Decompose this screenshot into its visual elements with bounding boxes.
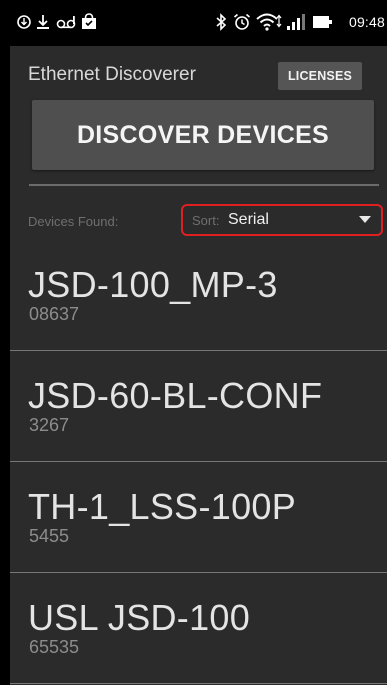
- bag-icon: [80, 12, 98, 32]
- sort-dropdown[interactable]: Sort: Serial: [181, 204, 383, 236]
- app-screen: 09:48 Ethernet Discoverer LICENSES DISCO…: [10, 0, 387, 685]
- download-icon: [36, 12, 50, 32]
- device-list-item[interactable]: JSD-60-BL-CONF 3267: [10, 351, 387, 462]
- discover-devices-button[interactable]: DISCOVER DEVICES: [32, 100, 374, 170]
- device-name: JSD-60-BL-CONF: [28, 375, 323, 416]
- device-name: USL JSD-100: [28, 597, 251, 638]
- wifi-icon: [256, 12, 282, 32]
- device-serial: 08637: [29, 304, 80, 324]
- device-name: JSD-100_MP-3: [28, 264, 278, 305]
- devices-found-label: Devices Found:: [28, 214, 119, 229]
- device-serial: 5455: [29, 526, 70, 546]
- signal-icon: [285, 12, 307, 32]
- sort-value: Serial: [228, 211, 269, 228]
- status-bar: 09:48: [10, 0, 387, 46]
- app-title: Ethernet Discoverer: [28, 64, 196, 85]
- dropdown-arrow-icon: [359, 216, 371, 223]
- status-time: 09:48: [348, 14, 385, 30]
- device-list-item[interactable]: USL JSD-100 65535: [10, 573, 387, 684]
- device-list-item[interactable]: JSD-100_MP-3 08637: [10, 240, 387, 351]
- device-serial: 3267: [29, 415, 70, 435]
- device-list: JSD-100_MP-3 08637 JSD-60-BL-CONF 3267 T…: [10, 240, 387, 684]
- licenses-button[interactable]: LICENSES: [278, 62, 362, 90]
- device-serial: 65535: [29, 637, 80, 657]
- alarm-icon: [232, 12, 252, 32]
- divider: [29, 184, 379, 186]
- device-list-item[interactable]: TH-1_LSS-100P 5455: [10, 462, 387, 573]
- battery-icon: [312, 12, 334, 32]
- device-name: TH-1_LSS-100P: [28, 486, 297, 527]
- bluetooth-icon: [215, 12, 227, 32]
- sort-label: Sort:: [192, 213, 220, 228]
- voicemail-icon: [56, 12, 76, 32]
- usb-debug-icon: [16, 12, 32, 32]
